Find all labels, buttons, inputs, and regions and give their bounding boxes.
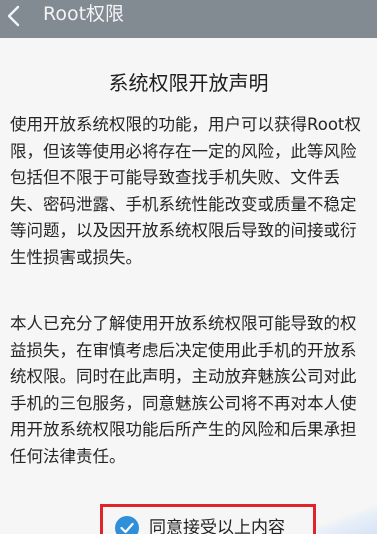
paragraph-line: 用开放系统权限功能后所产生的风险和后果承担: [10, 420, 357, 439]
paragraph-line: 本人已充分了解使用开放系统权限可能导致的权: [10, 314, 357, 333]
paragraph-line: 手机的三包服务，同意魅族公司将不再对本人使: [10, 393, 357, 413]
declaration-paragraph-1: 使用开放系统权限的功能，用户可以获得Root权 限，但该等使用必将存在一定的风险…: [10, 112, 377, 271]
paragraph-line: 限，但该等使用必将存在一定的风险，此等风险: [10, 141, 357, 161]
declaration-title: 系统权限开放声明: [108, 71, 269, 95]
paragraph-line: 生性损害或损失。: [10, 247, 142, 267]
back-button[interactable]: [0, 0, 32, 32]
title-bar: Root权限: [0, 0, 377, 38]
declaration-paragraph-2: 本人已充分了解使用开放系统权限可能导致的权 益损失，在审慎考虑后决定使用此手机的…: [10, 311, 377, 470]
corner-decoration: [317, 504, 377, 534]
agree-checkbox-row[interactable]: 同意接受以上内容: [100, 504, 316, 534]
paragraph-line: 任何法律责任。: [10, 446, 126, 466]
paragraph-line: 统权限。同时在此声明，主动放弃魅族公司对此: [10, 367, 357, 386]
paragraph-line: 益损失，在审慎考虑后决定使用此手机的开放系: [10, 340, 357, 360]
check-circle-icon[interactable]: [115, 516, 139, 534]
chevron-left-icon: [7, 5, 20, 27]
root-permission-screen: Root权限 系统权限开放声明 使用开放系统权限的功能，用户可以获得Root权 …: [0, 0, 377, 534]
paragraph-line: 包括但不限于可能导致查找手机失败、文件丢: [10, 168, 340, 187]
paragraph-line: 使用开放系统权限的功能，用户可以获得Root权: [10, 115, 361, 134]
page-title: Root权限: [43, 3, 125, 25]
agree-label: 同意接受以上内容: [149, 518, 285, 534]
paragraph-line: 等问题，以及因开放系统权限后导致的间接或衍: [10, 221, 357, 240]
paragraph-line: 失、密码泄露、手机系统性能改变或质量不稳定: [10, 194, 357, 214]
